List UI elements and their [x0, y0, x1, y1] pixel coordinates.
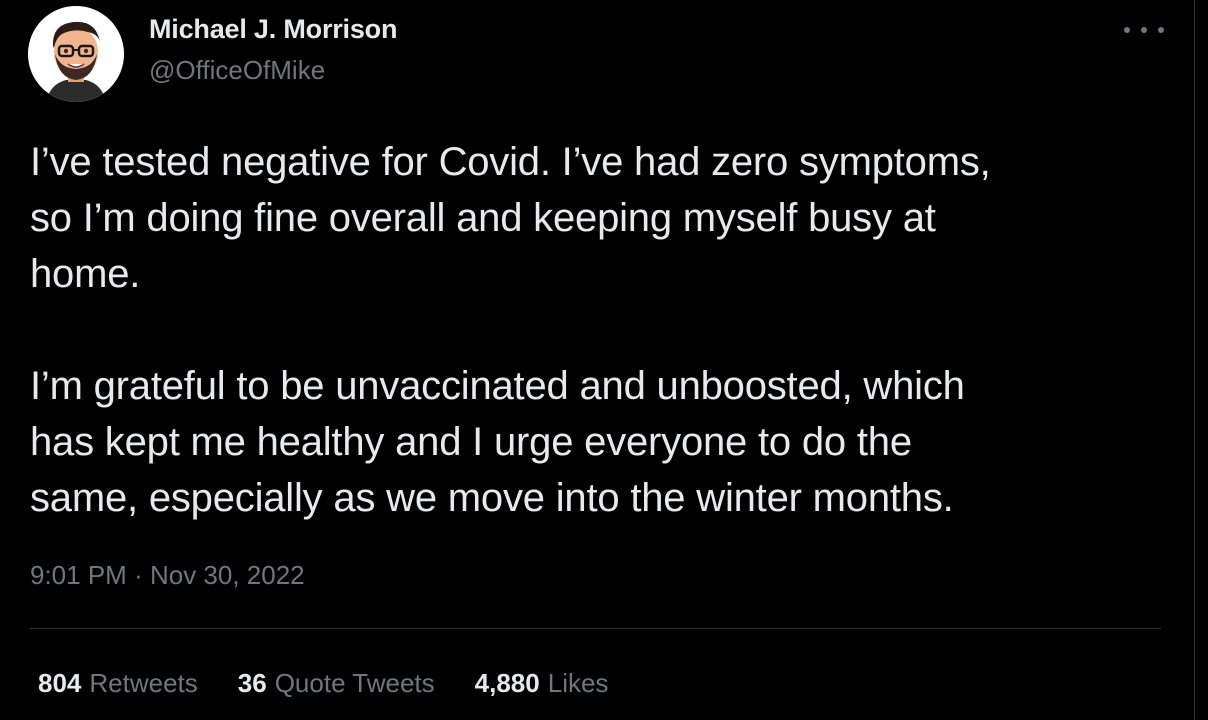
panel-border [1194, 0, 1195, 720]
likes-label: Likes [547, 668, 609, 698]
bitmoji-avatar-icon [28, 6, 124, 102]
retweets-label: Retweets [89, 668, 198, 698]
engagement-stats: 804 Retweets 36 Quote Tweets 4,880 Likes [38, 668, 608, 699]
quote-tweets-label: Quote Tweets [274, 668, 435, 698]
tweet-text: I’ve tested negative for Covid. I’ve had… [30, 134, 1180, 526]
quote-tweets-stat[interactable]: 36 Quote Tweets [238, 668, 435, 699]
retweets-stat[interactable]: 804 Retweets [38, 668, 198, 699]
likes-count: 4,880 [474, 668, 540, 698]
tweet-line: I’m grateful to be unvaccinated and unbo… [30, 364, 965, 408]
meta-separator: · [134, 560, 143, 590]
tweet-line: so I’m doing fine overall and keeping my… [30, 196, 936, 240]
tweet-line: I’ve tested negative for Covid. I’ve had… [30, 140, 991, 184]
quote-tweets-count: 36 [237, 668, 267, 698]
tweet-line: home. [30, 252, 141, 296]
tweet-date[interactable]: Nov 30, 2022 [150, 560, 305, 590]
tweet-time[interactable]: 9:01 PM [30, 560, 127, 590]
tweet-line: has kept me healthy and I urge everyone … [30, 420, 912, 464]
avatar[interactable] [28, 6, 124, 102]
likes-stat[interactable]: 4,880 Likes [475, 668, 609, 699]
more-horizontal-icon-dot [1141, 27, 1147, 33]
author-display-name[interactable]: Michael J. Morrison [149, 14, 397, 45]
tweet-timestamp[interactable]: 9:01 PM · Nov 30, 2022 [30, 560, 305, 591]
author-handle[interactable]: @OfficeOfMike [149, 55, 325, 86]
more-horizontal-icon-dot [1158, 27, 1164, 33]
tweet-line: same, especially as we move into the win… [30, 476, 954, 520]
retweets-count: 804 [38, 668, 82, 698]
more-options-button[interactable] [1124, 16, 1164, 44]
divider [30, 628, 1161, 629]
more-horizontal-icon [1124, 27, 1130, 33]
